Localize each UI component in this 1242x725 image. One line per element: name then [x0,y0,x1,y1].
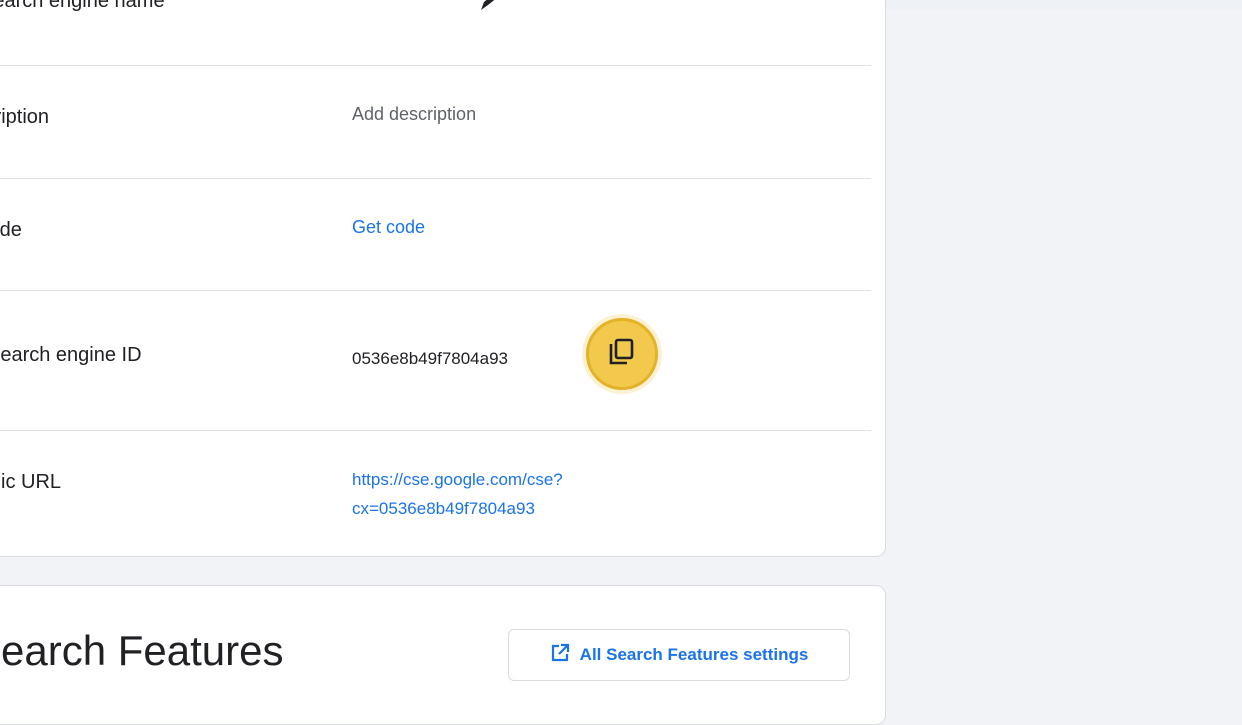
search-features-title: Search Features [0,627,284,674]
description-value[interactable]: Add description [352,104,476,125]
row-label-description: Description [0,106,50,128]
row-code: Code Get code [0,178,871,291]
all-search-features-settings-label: All Search Features settings [579,645,809,664]
get-code-link[interactable]: Get code [352,217,425,238]
copy-id-button[interactable] [586,318,658,390]
public-url-link-line2[interactable]: cx=0536e8b49f7804a93 [352,499,535,519]
row-search-engine-name: Search engine name [0,0,871,66]
row-search-engine-id: Search engine ID 0536e8b49f7804a93 [0,290,871,431]
row-label-search-engine-id: Search engine ID [0,344,142,366]
row-label-search-engine-name: Search engine name [0,0,165,12]
open-in-new-icon [550,643,570,668]
row-label-code: Code [0,219,22,241]
search-engine-id-value: 0536e8b49f7804a93 [352,349,508,368]
row-description: Description Add description [0,65,871,179]
all-search-features-settings-button[interactable]: All Search Features settings [508,629,850,681]
pencil-icon[interactable] [478,0,500,17]
row-public-url: Public URL https://cse.google.com/cse? c… [0,430,871,555]
row-label-public-url: Public URL [0,471,62,493]
copy-icon [609,338,635,371]
public-url-link-line1[interactable]: https://cse.google.com/cse? [352,470,563,490]
